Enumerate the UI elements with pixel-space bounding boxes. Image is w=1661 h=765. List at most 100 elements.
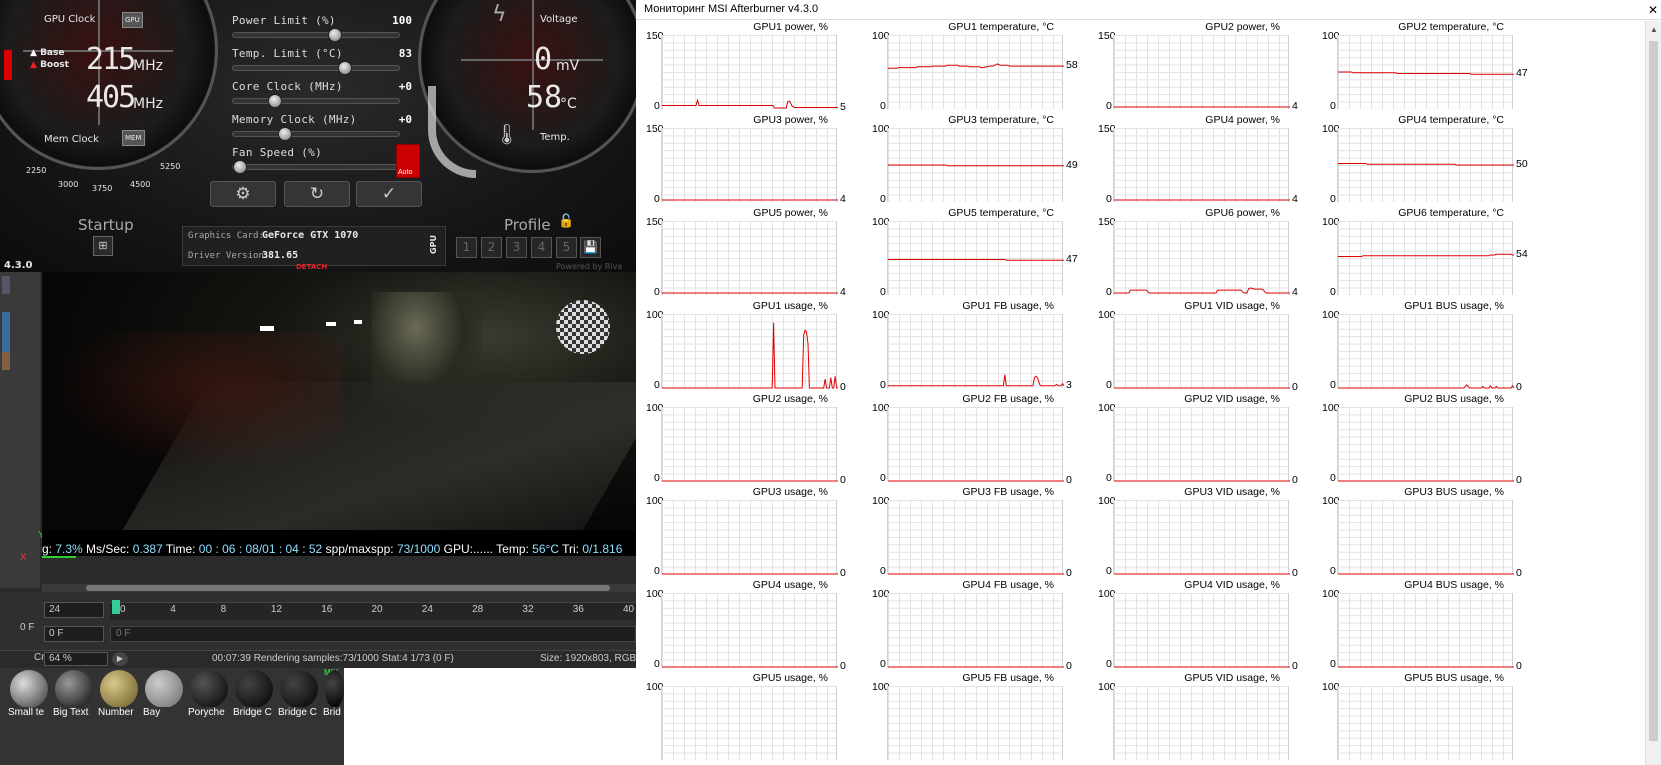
monitor-chart: GPU4 power, % 150 0 4 bbox=[1088, 114, 1318, 207]
cr-tab[interactable]: Cr bbox=[34, 650, 45, 666]
chart-line-svg bbox=[662, 322, 838, 389]
chart-plot-area bbox=[661, 35, 838, 109]
chart-plot-area bbox=[661, 407, 838, 482]
material-label: Number bbox=[98, 707, 141, 718]
monitor-chart: GPU5 FB usage, % 100 bbox=[862, 672, 1092, 765]
light-strip-2 bbox=[326, 322, 336, 326]
tool-icon-c[interactable] bbox=[2, 352, 10, 370]
play-button[interactable]: ▶ bbox=[112, 652, 128, 666]
chart-min-label: 0 bbox=[1106, 286, 1112, 298]
chart-title: GPU1 power, % bbox=[753, 21, 828, 33]
slider-track[interactable] bbox=[232, 127, 400, 141]
material-swatch[interactable]: Bridge C bbox=[278, 668, 321, 720]
monitor-chart: GPU2 VID usage, % 100 0 0 bbox=[1088, 393, 1318, 486]
status-time-label: Time: bbox=[165, 542, 199, 556]
fan-auto-button[interactable]: Auto bbox=[396, 144, 420, 178]
temp-limit-slider[interactable]: Temp. Limit (°C) 83 bbox=[232, 47, 412, 75]
playhead-marker[interactable] bbox=[112, 600, 120, 614]
profile-button-4[interactable]: 4 bbox=[531, 237, 552, 258]
fps-input[interactable]: 24 bbox=[44, 602, 104, 618]
chart-current-value: 0 bbox=[1066, 474, 1072, 486]
reset-icon: ↻ bbox=[309, 184, 325, 203]
material-swatch[interactable]: Bay bbox=[143, 668, 186, 720]
profile-button-1[interactable]: 1 bbox=[456, 237, 477, 258]
slider-track[interactable] bbox=[232, 94, 400, 108]
dial-tick-4500: 4500 bbox=[130, 180, 151, 189]
chart-line-svg bbox=[1114, 287, 1290, 294]
render-viewport[interactable] bbox=[42, 272, 636, 530]
timeline-track[interactable] bbox=[110, 626, 636, 642]
chart-line-svg bbox=[1114, 480, 1290, 482]
monitor-chart: GPU5 BUS usage, % 100 bbox=[1312, 672, 1542, 765]
chart-min-label: 0 bbox=[1106, 379, 1112, 391]
horizontal-scrollbar[interactable] bbox=[42, 584, 636, 592]
red-glow bbox=[42, 332, 342, 472]
chart-series-line bbox=[1338, 71, 1514, 75]
windows-startup-button[interactable]: ⊞ bbox=[93, 236, 113, 256]
detach-button[interactable]: DETACH bbox=[296, 263, 327, 271]
frame-input[interactable]: 0 F bbox=[44, 626, 104, 642]
slider-knob[interactable] bbox=[277, 127, 292, 141]
slider-track[interactable] bbox=[232, 28, 400, 42]
reset-button[interactable]: ↻ bbox=[284, 181, 350, 207]
chart-title: GPU5 temperature, °C bbox=[948, 207, 1054, 219]
vertical-scrollbar[interactable]: ▲ bbox=[1645, 21, 1661, 765]
chart-line-svg bbox=[1338, 666, 1514, 668]
slider-knob[interactable] bbox=[233, 160, 247, 174]
profile-button-3[interactable]: 3 bbox=[506, 237, 527, 258]
material-swatch[interactable]: Poryche bbox=[188, 668, 231, 720]
chart-plot-area bbox=[1337, 128, 1514, 202]
monitor-chart: GPU4 BUS usage, % 100 0 0 bbox=[1312, 579, 1542, 672]
voltage-label: Voltage bbox=[540, 14, 578, 25]
scrollbar-thumb[interactable] bbox=[1649, 41, 1658, 741]
core-clock-slider[interactable]: Core Clock (MHz) +0 bbox=[232, 80, 412, 108]
slider-track[interactable] bbox=[232, 160, 400, 174]
slider-value: 100 bbox=[392, 14, 412, 27]
slider-track[interactable] bbox=[232, 61, 400, 75]
close-button[interactable]: ✕ bbox=[1645, 0, 1661, 20]
tool-icon-a[interactable] bbox=[2, 276, 10, 294]
apply-button[interactable]: ✓ bbox=[356, 181, 422, 207]
light-strip-3 bbox=[354, 320, 362, 324]
material-swatch[interactable]: Number bbox=[98, 668, 141, 720]
material-swatch[interactable]: Bridge C bbox=[233, 668, 276, 720]
gpu-chip-icon: GPU bbox=[122, 12, 143, 28]
status-spp-value: 73/1000 bbox=[396, 542, 441, 556]
lock-icon[interactable]: 🔓 bbox=[558, 214, 574, 229]
tool-icon-b[interactable] bbox=[2, 312, 10, 352]
chart-title: GPU3 power, % bbox=[753, 114, 828, 126]
zoom-input[interactable]: 64 % bbox=[44, 652, 108, 666]
chart-title: GPU3 temperature, °C bbox=[948, 114, 1054, 126]
frame-field[interactable]: 0 F bbox=[20, 622, 34, 633]
scrollbar-thumb[interactable] bbox=[86, 585, 610, 591]
status-tri-value: 0/1.816 bbox=[582, 542, 623, 556]
fan-speed-slider[interactable]: Fan Speed (%) 0 bbox=[232, 146, 412, 174]
chart-title: GPU6 temperature, °C bbox=[1398, 207, 1504, 219]
slider-label: Memory Clock (MHz) bbox=[232, 113, 357, 126]
chart-line-svg bbox=[1338, 384, 1515, 389]
monitor-chart: GPU1 BUS usage, % 100 0 0 bbox=[1312, 300, 1542, 393]
zoom-value: 64 % bbox=[49, 653, 72, 664]
status-ms-value: 0.387 bbox=[132, 542, 163, 556]
material-swatch[interactable]: Brid bbox=[323, 668, 344, 720]
chart-title: GPU3 BUS usage, % bbox=[1404, 486, 1504, 498]
scroll-up-icon[interactable]: ▲ bbox=[1650, 25, 1658, 34]
save-profile-button[interactable]: 💾 bbox=[580, 237, 601, 258]
settings-button[interactable]: ⚙ bbox=[210, 181, 276, 207]
profile-button-2[interactable]: 2 bbox=[481, 237, 502, 258]
status-g-value: 7.3% bbox=[55, 542, 83, 556]
slider-knob[interactable] bbox=[337, 61, 352, 75]
chart-current-value: 0 bbox=[1066, 660, 1072, 672]
power-limit-slider[interactable]: Power Limit (%) 100 bbox=[232, 14, 412, 42]
chart-line-svg bbox=[1338, 573, 1514, 575]
chart-current-value: 47 bbox=[1066, 253, 1078, 266]
chart-title: GPU3 usage, % bbox=[752, 486, 828, 498]
status-time-value: 00 : 06 : 08/01 : 04 : 52 bbox=[198, 542, 323, 556]
profile-button-5[interactable]: 5 bbox=[556, 237, 577, 258]
base-text: Base bbox=[40, 48, 65, 58]
gpu-clock-unit: MHz bbox=[133, 58, 163, 74]
monitor-title: Мониторинг MSI Afterburner v4.3.0 bbox=[644, 3, 819, 15]
material-swatch[interactable]: Small te bbox=[8, 668, 51, 720]
memory-clock-slider[interactable]: Memory Clock (MHz) +0 bbox=[232, 113, 412, 141]
material-swatch[interactable]: Big Text bbox=[53, 668, 96, 720]
